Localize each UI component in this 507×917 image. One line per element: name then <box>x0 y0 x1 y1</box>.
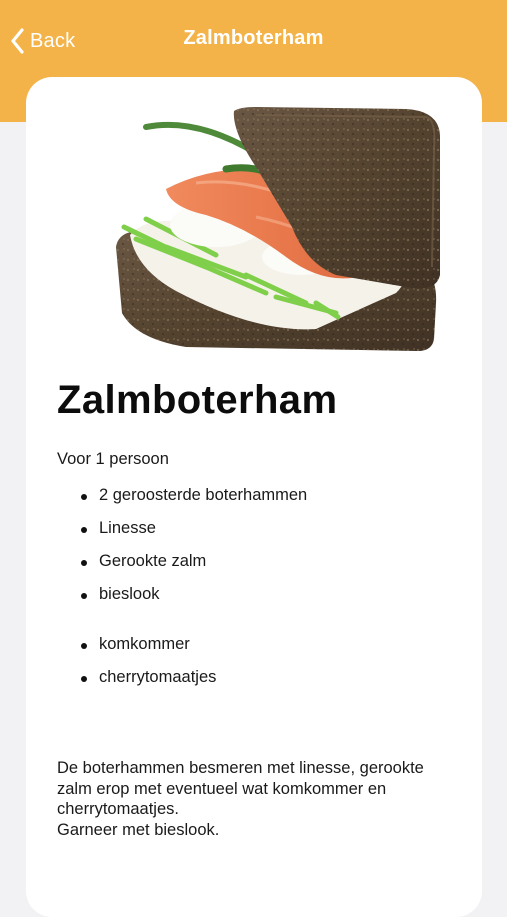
ingredient-text: Gerookte zalm <box>99 552 207 570</box>
ingredient-text: komkommer <box>99 635 190 653</box>
ingredient-text: 2 geroosterde boterhammen <box>99 486 308 504</box>
bullet-icon <box>81 494 87 500</box>
instructions: De boterhammen besmeren met linesse, ger… <box>57 758 457 840</box>
instruction-text: Garneer met bieslook. <box>57 820 220 839</box>
ingredient-text: bieslook <box>99 585 160 603</box>
bullet-icon <box>81 676 87 682</box>
bullet-icon <box>81 527 87 533</box>
ingredient-text: cherrytomaatjes <box>99 668 217 686</box>
recipe-card: Zalmboterham Voor 1 persoon 2 geroosterd… <box>26 77 482 917</box>
bullet-icon <box>81 560 87 566</box>
bullet-icon <box>81 643 87 649</box>
bullet-icon <box>81 593 87 599</box>
instruction-text: De boterhammen besmeren met linesse, ger… <box>57 759 424 818</box>
recipe-photo <box>106 107 440 353</box>
recipe-title: Zalmboterham <box>57 378 338 422</box>
ingredient-text: Linesse <box>99 519 156 537</box>
servings-text: Voor 1 persoon <box>57 450 169 468</box>
page-title: Zalmboterham <box>183 27 324 49</box>
